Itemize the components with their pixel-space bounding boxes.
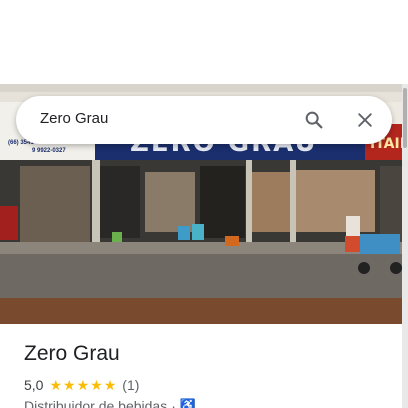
scrollbar-thumb[interactable] [403,88,407,148]
search-bar[interactable]: Zero Grau [16,96,392,144]
star-rating: ★ ★ ★ ★ ★ [49,378,116,392]
place-title: Zero Grau [24,342,120,365]
star-icon: ★ [76,377,90,393]
rating-row[interactable]: 5,0 ★ ★ ★ ★ ★ (1) [24,376,139,394]
place-info-panel: Zero Grau 5,0 ★ ★ ★ ★ ★ (1) Distribuidor… [0,324,402,408]
close-icon [358,113,372,127]
star-icon: ★ [49,377,63,393]
search-icon [305,111,323,129]
phone-line-2: 9 9922-0327 [32,148,66,154]
separator: · [171,398,176,408]
search-input[interactable]: Zero Grau [40,110,108,127]
review-count[interactable]: (1) [122,377,139,393]
scrollbar[interactable] [402,84,408,408]
star-icon: ★ [63,377,76,393]
search-button[interactable] [298,104,330,136]
wheelchair-icon: ♿ [179,398,197,408]
rating-value: 5,0 [24,377,44,393]
star-icon: ★ [90,377,103,393]
category-row: Distribuidor de bebidas · ♿ [24,398,196,408]
place-category: Distribuidor de bebidas [24,398,168,408]
star-icon: ★ [103,377,117,393]
close-button[interactable] [349,104,381,136]
